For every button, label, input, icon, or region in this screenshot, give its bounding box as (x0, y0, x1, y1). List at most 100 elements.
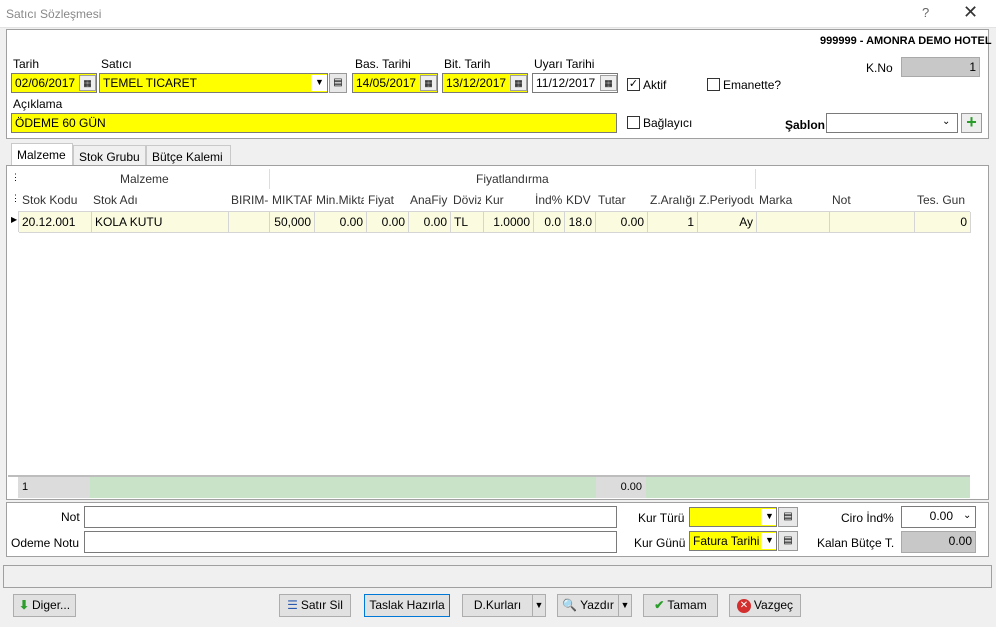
sablon-dropdown[interactable]: ⌄ (826, 113, 958, 133)
baglayici-checkbox[interactable] (627, 116, 640, 129)
cell-min-miktar[interactable]: 0.00 (315, 212, 367, 233)
grid-menu-icon[interactable]: ⋮ (11, 172, 20, 183)
cell-marka[interactable] (757, 212, 830, 233)
close-button[interactable]: ✕ (963, 2, 978, 23)
bit-tarih-field[interactable]: 13/12/2017 ▦ (442, 73, 528, 93)
cell-stok-adi[interactable]: KOLA KUTU (92, 212, 229, 233)
col-stok-kodu[interactable]: Stok Kodu (22, 193, 92, 207)
window-title: Satıcı Sözleşmesi (6, 7, 102, 21)
col-birim[interactable]: BIRIM- (231, 193, 269, 207)
col-miktar[interactable]: MIKTAR (272, 193, 312, 207)
vazgec-button[interactable]: ✕ Vazgeç (729, 594, 801, 617)
col-z-araligi[interactable]: Z.Aralığı (650, 193, 696, 207)
chevron-down-icon[interactable]: ▼ (311, 75, 327, 91)
cell-ind[interactable]: 0.0 (534, 212, 565, 233)
col-min-miktar[interactable]: Min.Mikta (316, 193, 364, 207)
calendar-icon[interactable]: ▦ (600, 75, 617, 91)
col-tutar[interactable]: Tutar (598, 193, 646, 207)
delete-row-icon: ☰ (287, 598, 298, 613)
aciklama-label: Açıklama (13, 97, 63, 111)
col-not[interactable]: Not (832, 193, 912, 207)
footer-count: 1 (18, 477, 90, 498)
tab-stok-grubu[interactable]: Stok Grubu (73, 145, 146, 166)
calendar-icon[interactable]: ▦ (79, 75, 96, 91)
d-kurlari-menu-button[interactable]: ▼ (532, 594, 546, 617)
cell-stok-kodu[interactable]: 20.12.001 (19, 212, 92, 233)
not-label: Not (61, 510, 80, 524)
col-tes-gun[interactable]: Tes. Gun (917, 193, 969, 207)
col-kur[interactable]: Kur (485, 193, 531, 207)
cell-z-araligi[interactable]: 1 (648, 212, 698, 233)
satir-sil-button[interactable]: ☰ Satır Sil (279, 594, 351, 617)
cell-tes-gun[interactable]: 0 (915, 212, 971, 233)
diger-button[interactable]: ⬇ Diger... (13, 594, 76, 617)
arrow-down-icon: ⬇ (18, 598, 30, 613)
taslak-hazirla-button[interactable]: Taslak Hazırla (364, 594, 450, 617)
chevron-down-icon[interactable]: ▼ (761, 509, 776, 525)
col-z-periyodu[interactable]: Z.Periyodu (699, 193, 754, 207)
satici-label: Satıcı (101, 57, 132, 71)
add-icon[interactable]: + (961, 113, 982, 133)
table-row[interactable]: 20.12.001 KOLA KUTU 50,000 0.00 0.00 0.0… (18, 211, 971, 233)
cell-not[interactable] (830, 212, 915, 233)
lookup-icon[interactable]: ▤ (329, 73, 347, 93)
lookup-icon[interactable]: ▤ (778, 531, 798, 551)
emanette-checkbox[interactable] (707, 78, 720, 91)
chevron-down-icon: ▼ (534, 600, 544, 610)
cell-miktar[interactable]: 50,000 (270, 212, 315, 233)
col-doviz[interactable]: Döviz (453, 193, 481, 207)
ciro-ind-dropdown[interactable]: 0.00 ⌄ (901, 506, 976, 528)
bas-tarihi-field[interactable]: 14/05/2017 ▦ (352, 73, 438, 93)
tab-butce-kalemi[interactable]: Bütçe Kalemi (146, 145, 231, 166)
sablon-label: Şablon (785, 118, 826, 132)
cell-anafiyat[interactable]: 0.00 (409, 212, 451, 233)
tamam-button[interactable]: ✔ Tamam (643, 594, 718, 617)
calendar-icon[interactable]: ▦ (510, 75, 527, 91)
ciro-ind-label: Ciro İnd% (841, 511, 894, 525)
emanette-label: Emanette? (723, 78, 782, 92)
not-field[interactable] (84, 506, 617, 528)
kur-gunu-label: Kur Günü (634, 536, 686, 550)
aktif-label: Aktif (643, 78, 667, 92)
col-anafiyat[interactable]: AnaFiy (410, 193, 448, 207)
col-marka[interactable]: Marka (759, 193, 827, 207)
tarih-field[interactable]: 02/06/2017 ▦ (11, 73, 97, 93)
chevron-down-icon[interactable]: ⌄ (963, 510, 971, 521)
kalan-butce-field: 0.00 (901, 531, 976, 553)
title-bar: Satıcı Sözleşmesi ? ✕ (0, 0, 996, 28)
odeme-notu-field[interactable] (84, 531, 617, 553)
col-kdv[interactable]: KDV (566, 193, 594, 207)
cell-birim[interactable] (229, 212, 270, 233)
baglayici-label: Bağlayıcı (643, 116, 693, 130)
lookup-icon[interactable]: ▤ (778, 507, 798, 527)
col-ind[interactable]: İnd% (535, 193, 563, 207)
col-stok-adi[interactable]: Stok Adı (93, 193, 227, 207)
yazdir-menu-button[interactable]: ▼ (618, 594, 632, 617)
col-fiyat[interactable]: Fiyat (368, 193, 406, 207)
kno-field: 1 (901, 57, 980, 77)
satici-dropdown[interactable]: TEMEL TICARET ▼ (99, 73, 328, 93)
cell-kur[interactable]: 1.0000 (484, 212, 534, 233)
kur-gunu-dropdown[interactable]: Fatura Tarihi ▼ (689, 531, 777, 551)
grid-header-row: Stok Kodu Stok Adı BIRIM- MIKTAR Min.Mik… (18, 190, 969, 210)
bas-tarihi-label: Bas. Tarihi (355, 57, 411, 71)
cell-tutar[interactable]: 0.00 (596, 212, 648, 233)
chevron-down-icon[interactable]: ▼ (761, 533, 776, 549)
yazdir-button[interactable]: 🔍 Yazdır (557, 594, 619, 617)
aciklama-field[interactable]: ÖDEME 60 GÜN (11, 113, 617, 133)
cell-z-periyodu[interactable]: Ay (698, 212, 757, 233)
cell-kdv[interactable]: 18.0 (565, 212, 596, 233)
chevron-down-icon: ▼ (620, 600, 630, 610)
kno-label: K.No (866, 61, 893, 75)
cell-fiyat[interactable]: 0.00 (367, 212, 409, 233)
tab-malzeme[interactable]: Malzeme (11, 143, 73, 166)
d-kurlari-button[interactable]: D.Kurları (462, 594, 533, 617)
help-button[interactable]: ? (922, 5, 929, 20)
status-bar (3, 565, 992, 588)
aktif-checkbox[interactable]: ✓ (627, 78, 640, 91)
uyari-tarihi-field[interactable]: 11/12/2017 ▦ (532, 73, 618, 93)
cell-doviz[interactable]: TL (451, 212, 484, 233)
kur-turu-dropdown[interactable]: ▼ (689, 507, 777, 527)
chevron-down-icon[interactable]: ⌄ (942, 116, 950, 127)
calendar-icon[interactable]: ▦ (420, 75, 437, 91)
